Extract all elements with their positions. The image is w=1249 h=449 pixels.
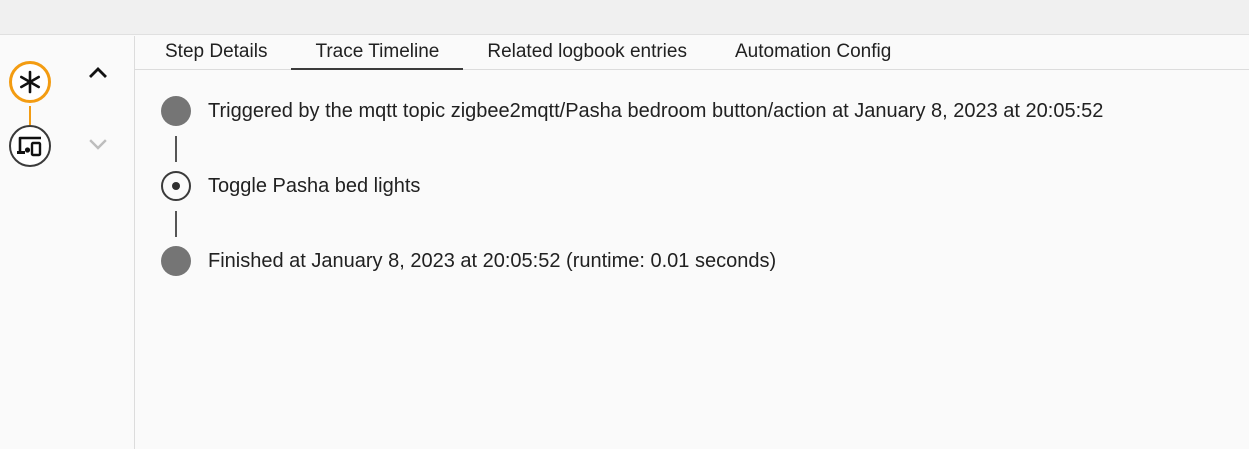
timeline-entry-finished: Finished at January 8, 2023 at 20:05:52 … — [161, 245, 776, 277]
tab-trace-timeline[interactable]: Trace Timeline — [291, 36, 464, 70]
previous-step-button[interactable] — [84, 58, 112, 86]
timeline-connector — [175, 136, 177, 162]
timeline-entry-action[interactable]: Toggle Pasha bed lights — [161, 170, 420, 202]
next-step-button[interactable] — [84, 130, 112, 158]
action-node[interactable] — [9, 125, 51, 167]
top-bar — [0, 0, 1249, 35]
trigger-node[interactable] — [9, 61, 51, 103]
timeline-entry-text: Toggle Pasha bed lights — [208, 174, 421, 197]
chevron-down-icon — [89, 139, 107, 150]
devices-icon — [17, 136, 42, 157]
timeline-connector — [175, 211, 177, 237]
timeline-entry-text: Triggered by the mqtt topic zigbee2mqtt/… — [208, 99, 1104, 122]
timeline-dot-icon — [161, 96, 191, 126]
chevron-up-icon — [89, 67, 107, 78]
graph-connector — [29, 106, 31, 125]
tab-bar: Step Details Trace Timeline Related logb… — [135, 36, 1249, 70]
timeline-dot-icon — [161, 246, 191, 276]
timeline-radio-icon — [161, 171, 191, 201]
tab-step-details[interactable]: Step Details — [135, 36, 291, 69]
trace-main-panel: Step Details Trace Timeline Related logb… — [135, 36, 1249, 449]
timeline-entry-text: Finished at January 8, 2023 at 20:05:52 … — [208, 249, 777, 272]
timeline-entry-trigger: Triggered by the mqtt topic zigbee2mqtt/… — [161, 95, 1103, 127]
tab-automation-config[interactable]: Automation Config — [711, 36, 915, 69]
asterisk-icon — [20, 70, 41, 94]
trace-graph-panel — [0, 36, 135, 449]
tab-related-logbook-entries[interactable]: Related logbook entries — [463, 36, 711, 69]
